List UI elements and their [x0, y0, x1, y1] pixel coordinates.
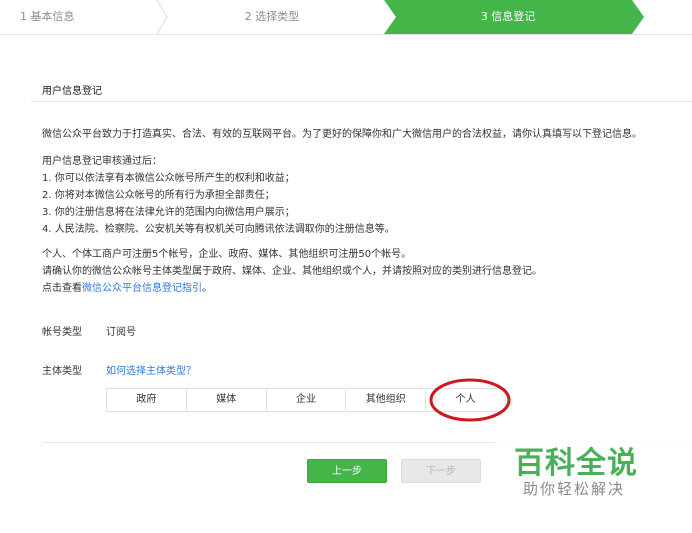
section-title: 用户信息登记: [42, 86, 102, 97]
intro-text: 微信公众平台致力于打造真实、合法、有效的互联网平台。为了更好的保障你和广大微信用…: [42, 129, 642, 140]
review-item: 4. 人民法院、检察院、公安机关等有权机关可向腾讯依法调取你的注册信息等。: [42, 224, 395, 235]
watermark-logo-text: 百科全说: [514, 446, 638, 481]
section-divider: [30, 101, 692, 102]
registration-guide-link[interactable]: 微信公众平台信息登记指引: [82, 283, 202, 294]
limits-line-2: 请确认你的微信公众帐号主体类型属于政府、媒体、企业、其他组织或个人，并请按照对应…: [42, 266, 542, 277]
review-item: 3. 你的注册信息将在法律允许的范围内向微信用户展示；: [42, 207, 295, 218]
subject-option-individual[interactable]: 个人: [426, 389, 505, 411]
review-notice: 用户信息登记审核通过后： 1. 你可以依法享有本微信公众帐号所产生的权利和收益；…: [42, 153, 395, 238]
next-step-button[interactable]: 下一步: [401, 459, 481, 483]
guide-suffix: 。: [202, 283, 212, 294]
subject-type-help-link[interactable]: 如何选择主体类型？: [106, 362, 196, 377]
account-type-label: 帐号类型: [42, 327, 82, 338]
subject-type-selector: 政府 媒体 企业 其他组织 个人: [106, 388, 506, 412]
watermark-slogan: 助你轻松解决: [523, 480, 626, 498]
step-basic-info: 1 基本信息: [20, 10, 75, 23]
account-type-value: 订阅号: [106, 327, 136, 338]
subject-option-government[interactable]: 政府: [107, 389, 187, 411]
account-limits-notice: 个人、个体工商户可注册5个帐号，企业、政府、媒体、其他组织可注册50个帐号。 请…: [42, 246, 542, 297]
subject-option-enterprise[interactable]: 企业: [266, 389, 347, 411]
limits-line-1: 个人、个体工商户可注册5个帐号，企业、政府、媒体、其他组织可注册50个帐号。: [42, 249, 412, 260]
step-info-registration-active: 3 信息登记: [384, 0, 644, 34]
subject-option-other-org[interactable]: 其他组织: [346, 389, 427, 411]
review-item: 1. 你可以依法享有本微信公众帐号所产生的权利和收益；: [42, 173, 295, 184]
step-active-label: 3 信息登记: [480, 10, 536, 23]
step-progress-bar: 1 基本信息 2 选择类型 3 信息登记: [0, 0, 692, 35]
limits-line-3: 点击查看微信公众平台信息登记指引。: [42, 280, 542, 297]
subject-option-media[interactable]: 媒体: [186, 389, 267, 411]
review-item: 2. 你将对本微信公众帐号的所有行为承担全部责任；: [42, 190, 275, 201]
step-select-type: 2 选择类型: [244, 10, 300, 23]
guide-prefix: 点击查看: [42, 283, 82, 294]
previous-step-button[interactable]: 上一步: [307, 459, 387, 483]
subject-type-label: 主体类型: [42, 366, 82, 377]
review-heading: 用户信息登记审核通过后：: [42, 156, 162, 167]
